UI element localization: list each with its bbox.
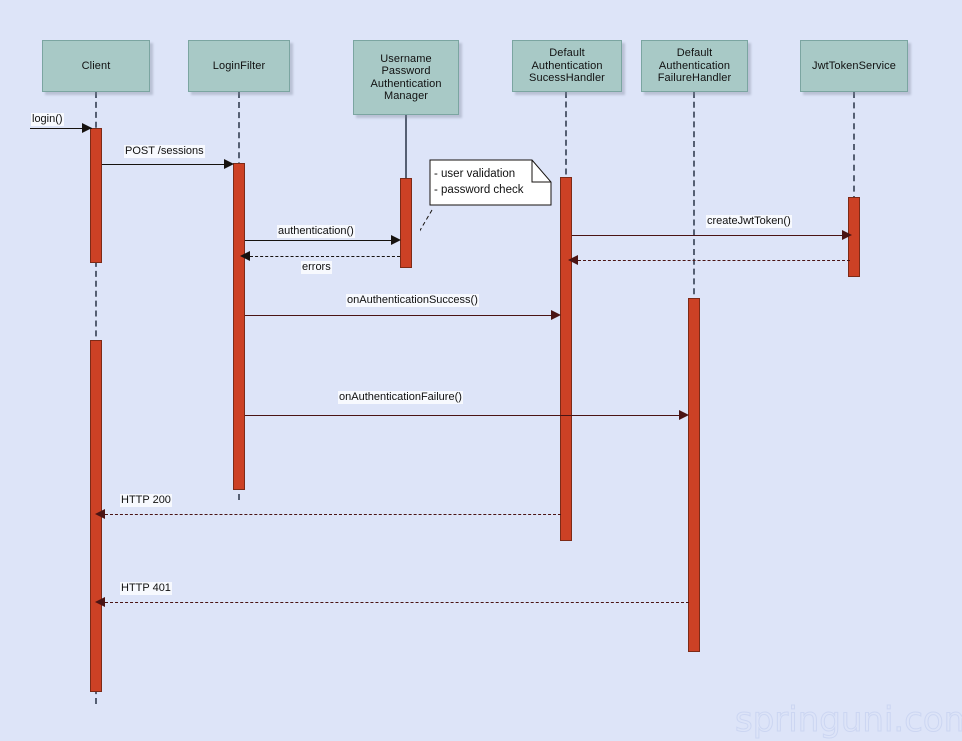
note-line-2: - password check [434,184,524,196]
lifeline-head-upam[interactable]: Username Password Authentication Manager [353,40,459,115]
message-label-http-401: HTTP 401 [120,582,172,595]
message-line-jwt-token-return [578,260,850,261]
arrowhead-errors [240,251,250,261]
arrowhead-authentication [391,235,401,245]
message-line-http-200 [105,514,561,515]
lifeline-head-jwttokenservice[interactable]: JwtTokenService [800,40,908,92]
lifeline-label-jwttokenservice: JwtTokenService [811,59,897,72]
arrowhead-post-sessions [224,159,234,169]
message-label-authentication: authentication() [277,225,355,238]
activation-bar-failurehandler [688,298,700,652]
lifeline-head-failurehandler[interactable]: Default Authentication FailureHandler [641,40,748,92]
lifeline-label-upam: Username Password Authentication Manager [370,52,442,103]
arrowhead-login [82,123,92,133]
message-label-create-jwt-token: createJwtToken() [706,215,792,228]
lifeline-label-client: Client [81,59,111,72]
message-line-authentication [245,240,395,241]
activation-bar-successhandler [560,177,572,541]
message-label-post-sessions: POST /sessions [124,145,205,158]
watermark: springuni.com [735,700,962,741]
activation-bar-loginfilter [233,163,245,490]
activation-bar-upam [400,178,412,268]
lifeline-line-successhandler [565,92,567,184]
lifeline-line-upam [405,115,407,181]
lifeline-label-successhandler: Default Authentication SucessHandler [529,47,605,85]
arrowhead-jwt-token-return [568,255,578,265]
lifeline-label-failurehandler: Default Authentication FailureHandler [657,47,732,85]
message-line-on-authentication-success [245,315,555,316]
sequence-diagram-canvas: Client LoginFilter Username Password Aut… [0,0,962,741]
message-line-create-jwt-token [572,235,848,236]
lifeline-line-failurehandler [693,92,695,304]
arrowhead-on-authentication-failure [679,410,689,420]
arrowhead-http-401 [95,597,105,607]
lifeline-line-jwttokenservice [853,92,855,202]
activation-bar-client-1 [90,128,102,263]
message-line-post-sessions [102,164,227,165]
arrowhead-on-authentication-success [551,310,561,320]
message-label-on-authentication-failure: onAuthenticationFailure() [338,391,463,404]
message-line-http-401 [105,602,689,603]
message-label-errors: errors [301,261,332,274]
note-line-1: - user validation [434,168,516,180]
arrowhead-create-jwt-token [842,230,852,240]
message-label-login: login() [31,113,64,126]
message-line-errors [250,256,400,257]
message-line-on-authentication-failure [245,415,683,416]
lifeline-label-loginfilter: LoginFilter [212,59,266,72]
lifeline-head-loginfilter[interactable]: LoginFilter [188,40,290,92]
message-label-http-200: HTTP 200 [120,494,172,507]
lifeline-head-client[interactable]: Client [42,40,150,92]
lifeline-head-successhandler[interactable]: Default Authentication SucessHandler [512,40,622,92]
message-label-on-authentication-success: onAuthenticationSuccess() [346,294,479,307]
arrowhead-http-200 [95,509,105,519]
